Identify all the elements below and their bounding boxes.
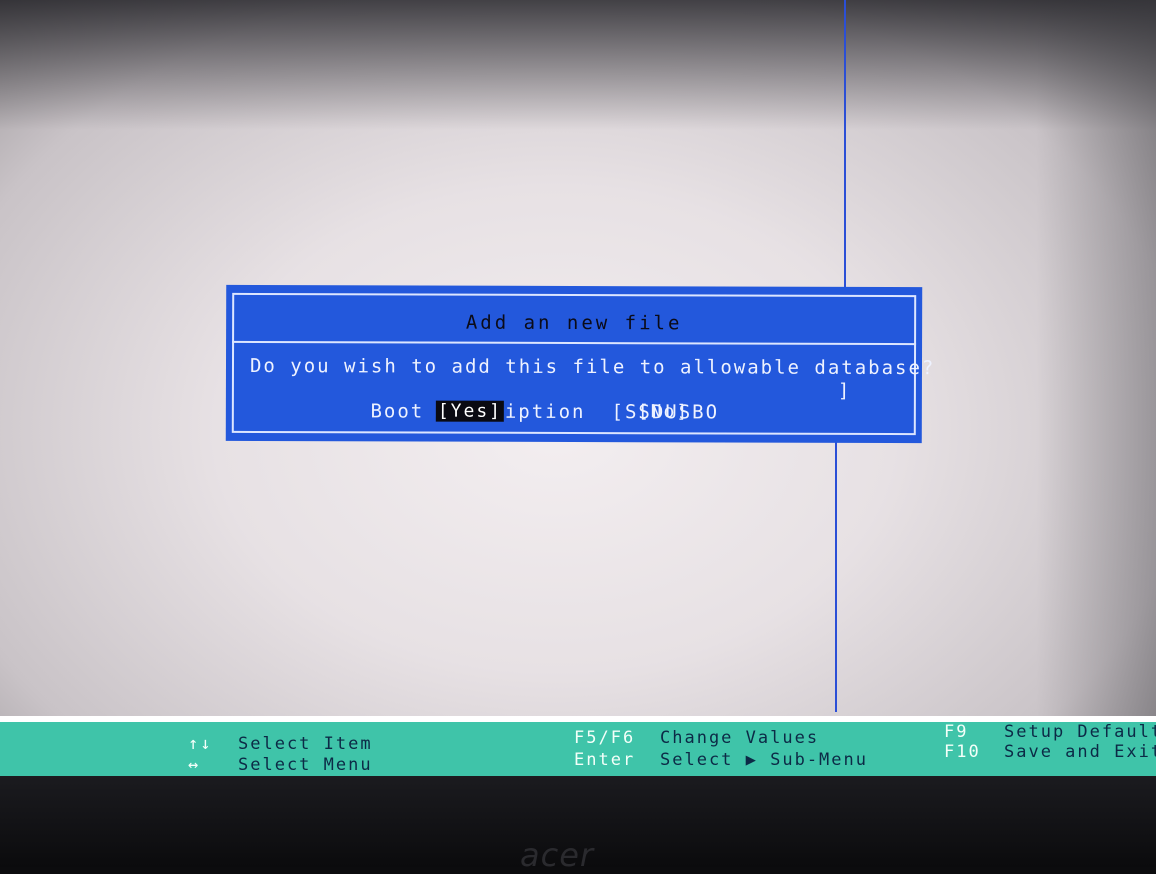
enter-key: Enter <box>574 750 636 770</box>
help-bar: ↑↓ Select Item ↔ Select Menu F5/F6 Chang… <box>0 716 1156 776</box>
panel-divider <box>835 442 837 712</box>
f9-key: F9 <box>944 722 969 742</box>
help-select-item: Select Item <box>238 734 373 754</box>
help-select-menu: Select Menu <box>238 755 373 775</box>
dialog-question: Do you wish to add this file to allowabl… <box>249 354 936 380</box>
f10-key: F10 <box>944 742 981 762</box>
screen-vignette-right <box>1036 0 1156 720</box>
screen-vignette <box>0 0 1156 130</box>
bios-screen: Add an new file Do you wish to add this … <box>0 0 1156 780</box>
up-down-arrows-icon: ↑↓ <box>188 734 213 754</box>
boot-description-bracket: ] <box>837 379 852 402</box>
help-setup-defaults: Setup Defaults <box>1004 722 1156 742</box>
left-right-arrows-icon: ↔ <box>188 755 201 775</box>
acer-logo: acer <box>520 836 595 874</box>
yes-button[interactable]: [Yes] <box>435 400 505 422</box>
help-change-values: Change Values <box>660 728 820 748</box>
add-file-dialog: Add an new file Do you wish to add this … <box>225 284 935 444</box>
f5-f6-key: F5/F6 <box>574 728 636 748</box>
help-save-and-exit: Save and Exit <box>1004 742 1156 762</box>
help-select-submenu: Select ▶ Sub-Menu <box>660 750 868 770</box>
dialog-title: Add an new file <box>465 311 683 335</box>
no-button[interactable]: [No] <box>636 401 691 422</box>
panel-divider <box>844 0 846 290</box>
